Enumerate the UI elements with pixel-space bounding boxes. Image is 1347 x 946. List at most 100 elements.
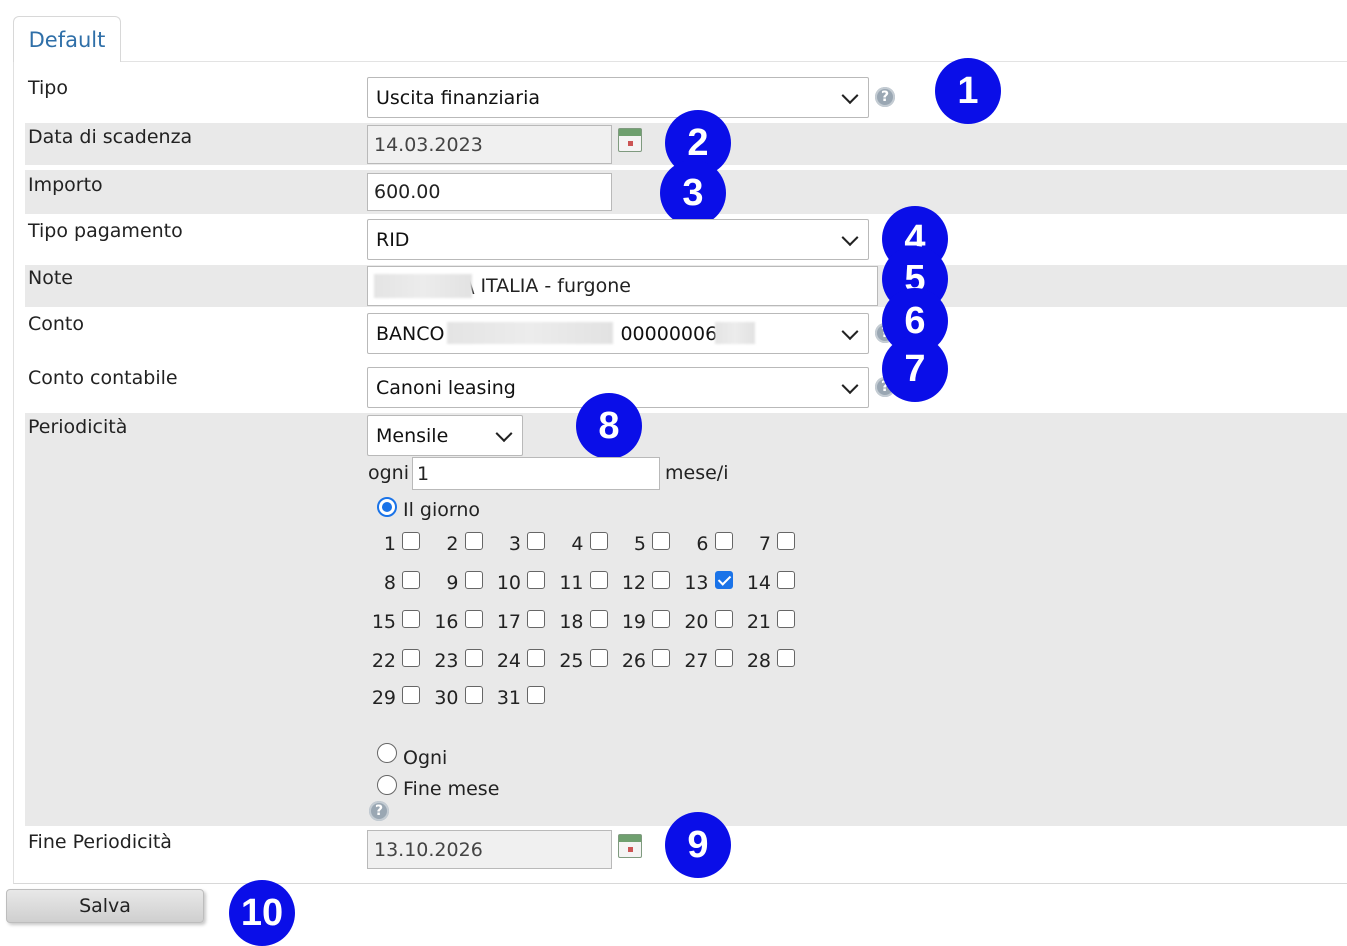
day-label: 16 [434, 611, 459, 633]
day-label: 20 [684, 611, 709, 633]
day-label: 9 [446, 572, 459, 594]
tipo-value: Uscita finanziaria [376, 86, 540, 109]
day-checkbox[interactable] [714, 649, 733, 667]
conto-contabile-label: Conto contabile [28, 367, 178, 389]
day-checkbox[interactable] [527, 686, 545, 704]
periodicita-label: Periodicità [28, 416, 128, 438]
day-checkbox[interactable] [402, 571, 420, 589]
day-label: 1 [383, 533, 396, 555]
day-checkbox[interactable] [777, 532, 795, 550]
day-label: 26 [621, 650, 646, 672]
chevron-down-icon [841, 228, 859, 246]
chevron-down-icon [495, 424, 513, 442]
tipo-label: Tipo [28, 77, 68, 99]
day-checkbox[interactable] [589, 649, 608, 667]
day-checkbox[interactable] [527, 571, 545, 589]
redacted-area [715, 322, 755, 344]
day-label: 23 [434, 650, 459, 672]
day-checkbox[interactable] [464, 686, 483, 704]
redacted-area [374, 274, 472, 298]
day-label: 10 [496, 572, 521, 594]
day-checkbox[interactable] [527, 649, 545, 667]
day-checkbox[interactable] [777, 610, 795, 628]
tipo-pagamento-select[interactable]: RID [367, 219, 869, 260]
day-checkbox[interactable] [777, 571, 795, 589]
help-icon[interactable]: ? [875, 87, 895, 107]
tipo-pagamento-label: Tipo pagamento [28, 220, 183, 242]
day-label: 18 [559, 611, 584, 633]
day-label: 19 [621, 611, 646, 633]
day-label: 8 [383, 572, 396, 594]
chevron-down-icon [841, 376, 859, 394]
day-label: 30 [434, 687, 459, 709]
day-label: 13 [684, 572, 709, 594]
day-checkbox[interactable] [402, 686, 420, 704]
day-label: 29 [371, 687, 396, 709]
annotation-badge-9: 9 [665, 812, 731, 878]
day-label: 22 [371, 650, 396, 672]
radio-fine-mese[interactable] [377, 775, 397, 795]
radio-ogni-label: Ogni [403, 747, 448, 769]
fine-periodicita-label: Fine Periodicità [28, 831, 172, 853]
periodicita-value: Mensile [376, 424, 449, 447]
annotation-badge-8: 8 [576, 393, 642, 459]
conto-contabile-value: Canoni leasing [376, 376, 516, 399]
day-label: 3 [508, 533, 521, 555]
day-checkbox[interactable] [589, 532, 608, 550]
conto-value-suffix: 00000006 [620, 322, 718, 345]
radio-fine-mese-label: Fine mese [403, 778, 500, 800]
unit-label: mese/i [665, 462, 729, 484]
periodicita-select[interactable]: Mensile [367, 415, 523, 456]
day-checkbox[interactable] [527, 532, 545, 550]
radio-il-giorno-label: Il giorno [403, 499, 481, 521]
day-label: 5 [633, 533, 646, 555]
day-checkbox[interactable] [652, 649, 670, 667]
day-checkbox[interactable] [527, 610, 545, 628]
annotation-badge-7: 7 [882, 336, 948, 402]
radio-il-giorno[interactable] [377, 497, 397, 517]
tab-default[interactable]: Default [13, 16, 121, 62]
importo-field[interactable]: 600.00 [367, 173, 612, 211]
ogni-input[interactable]: 1 [412, 457, 660, 490]
day-checkbox[interactable] [777, 649, 795, 667]
day-checkbox[interactable] [402, 610, 420, 628]
conto-label: Conto [28, 313, 85, 335]
day-checkbox[interactable] [589, 610, 608, 628]
calendar-icon[interactable] [618, 128, 642, 152]
save-button[interactable]: Salva [6, 889, 204, 923]
annotation-badge-1: 1 [935, 58, 1001, 124]
day-checkbox[interactable] [652, 571, 670, 589]
day-checkbox[interactable] [714, 610, 733, 628]
chevron-down-icon [841, 322, 859, 340]
day-label: 6 [696, 533, 709, 555]
day-checkbox[interactable] [652, 610, 670, 628]
help-icon[interactable]: ? [369, 801, 389, 821]
fine-periodicita-field[interactable]: 13.10.2026 [367, 830, 612, 869]
day-label: 2 [446, 533, 459, 555]
day-checkbox[interactable] [464, 532, 483, 550]
note-label: Note [28, 267, 73, 289]
day-checkbox[interactable] [402, 649, 420, 667]
data-scadenza-field[interactable]: 14.03.2023 [367, 125, 612, 164]
ogni-label: ogni [368, 462, 410, 484]
radio-ogni[interactable] [377, 743, 397, 763]
day-label: 12 [621, 572, 646, 594]
importo-label: Importo [28, 174, 103, 196]
day-label: 4 [571, 533, 584, 555]
day-label: 31 [496, 687, 521, 709]
day-label: 17 [496, 611, 521, 633]
chevron-down-icon [841, 86, 859, 104]
day-checkbox[interactable] [402, 532, 420, 550]
day-checkbox[interactable] [464, 649, 483, 667]
day-checkbox[interactable] [464, 571, 483, 589]
tipo-select[interactable]: Uscita finanziaria [367, 77, 869, 118]
conto-select[interactable]: BANCO 00000006 [367, 313, 869, 354]
day-checkbox[interactable] [714, 532, 733, 550]
day-checkbox[interactable] [589, 571, 608, 589]
day-checkbox[interactable] [652, 532, 670, 550]
day-checkbox[interactable] [464, 610, 483, 628]
conto-value-prefix: BANCO [376, 322, 445, 345]
calendar-icon[interactable] [618, 834, 642, 858]
day-checkbox[interactable] [714, 571, 733, 589]
day-label: 14 [746, 572, 771, 594]
